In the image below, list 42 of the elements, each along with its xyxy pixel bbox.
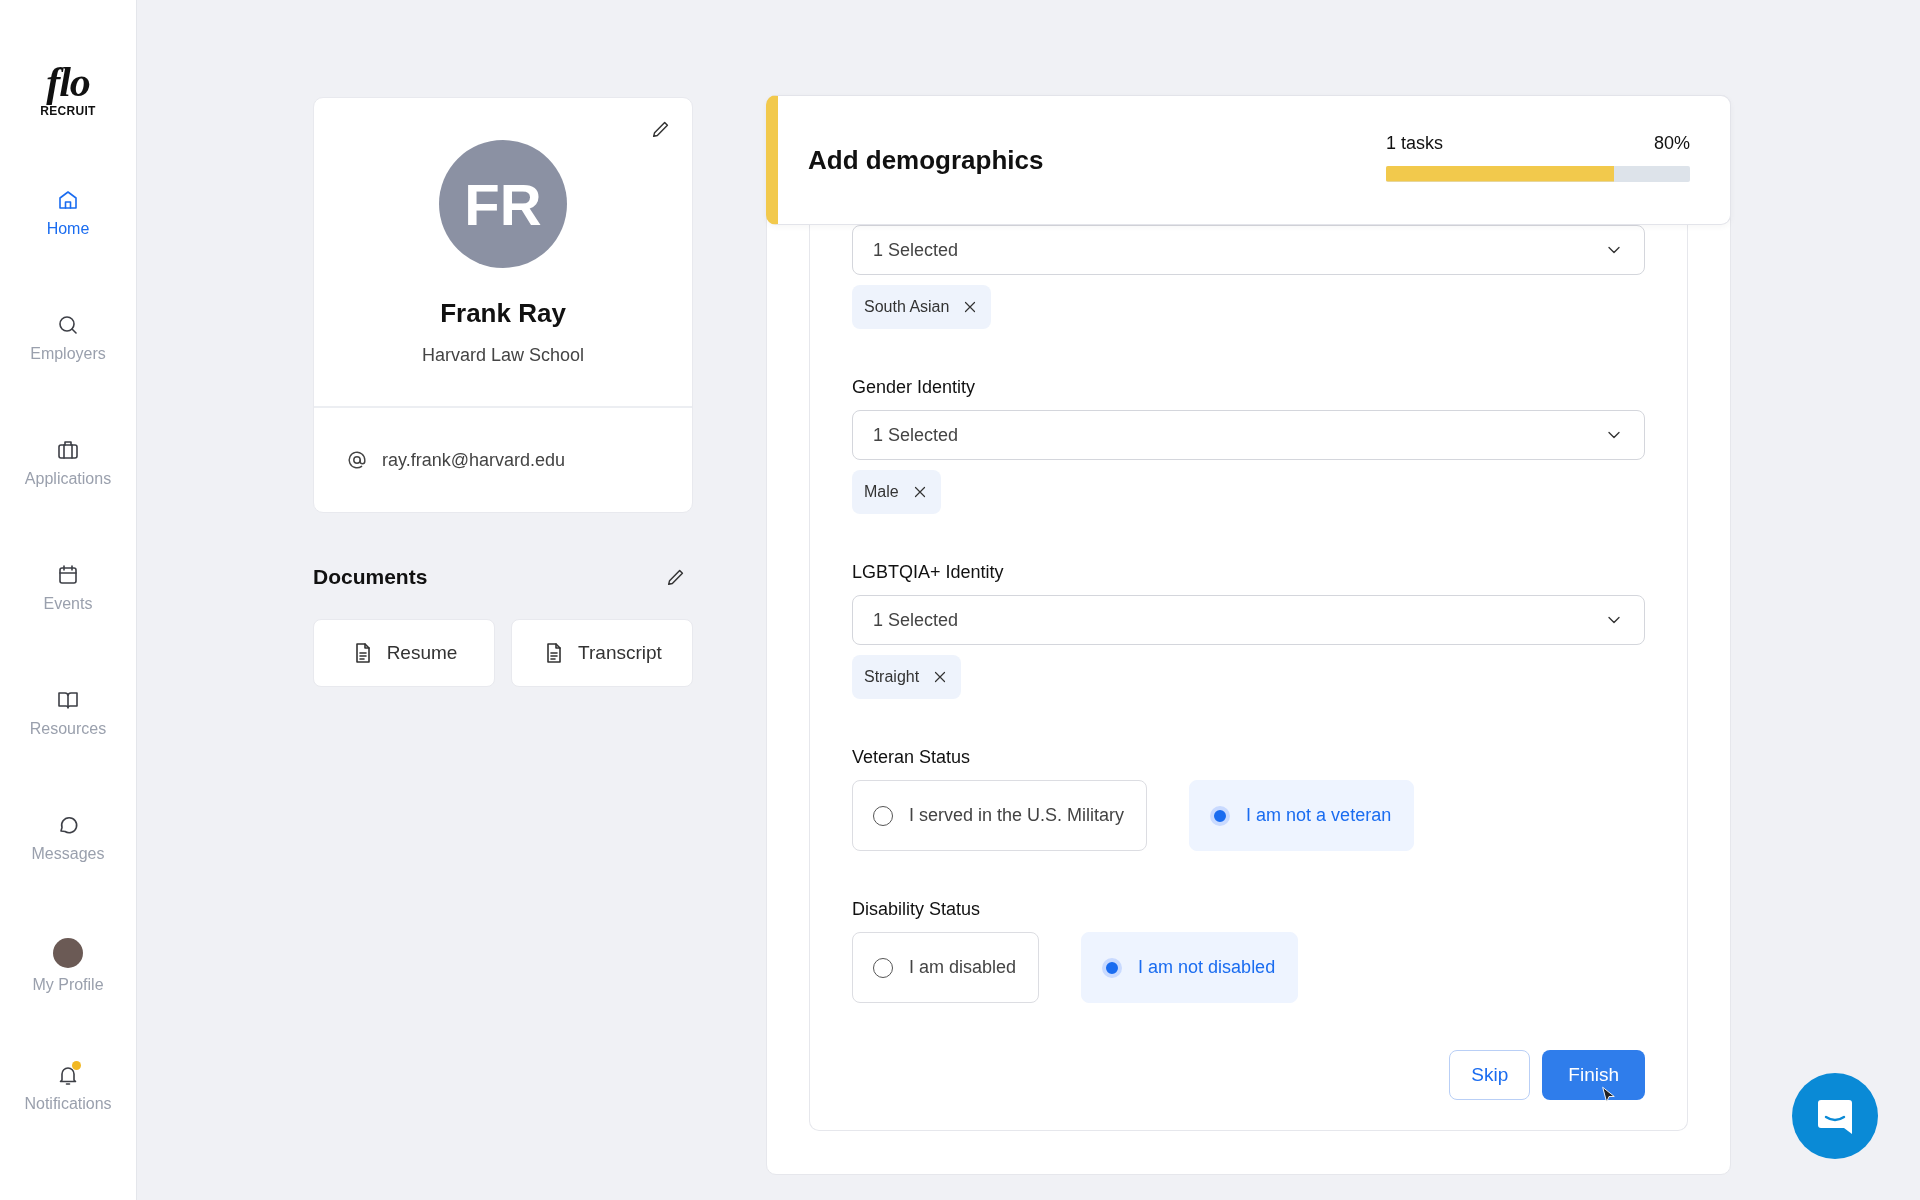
search-icon (56, 313, 80, 337)
profile-school: Harvard Law School (421, 345, 585, 366)
section-title: Documents (313, 565, 428, 589)
nav-item[interactable]: My Profile (32, 938, 104, 1063)
nav-item[interactable]: Messages (31, 813, 105, 938)
avatar-icon (53, 938, 83, 968)
selected-tag: Straight (852, 655, 962, 699)
field-label: LGBTQIA+ Identity (852, 562, 1005, 583)
logo-wordmark: RECRUIT (40, 104, 96, 118)
form-button[interactable]: Skip (1449, 1050, 1531, 1100)
progress-percent: 80% (1653, 132, 1690, 154)
nav-item[interactable]: Employers (30, 313, 106, 438)
task-count: 1 tasks (1386, 132, 1444, 154)
nav-item[interactable]: Notifications (24, 1063, 112, 1188)
selected-tag: Male (852, 470, 941, 514)
nav-item[interactable]: Events (43, 563, 93, 688)
nav-item[interactable]: Resources (29, 688, 107, 813)
multiselect-dropdown[interactable]: 1 Selected (852, 595, 1645, 645)
multiselect-dropdown[interactable]: 1 Selected (852, 225, 1645, 275)
nav-item[interactable]: Home (46, 188, 90, 313)
form-button[interactable]: Finish (1542, 1050, 1645, 1100)
logo-script: flo (46, 60, 90, 104)
radio-option[interactable]: I am not a veteran (1189, 780, 1415, 851)
home-icon (56, 188, 80, 212)
profile-name: Frank Ray (440, 298, 566, 329)
at-sign-icon (346, 449, 368, 471)
document-button[interactable]: Transcript (511, 619, 693, 687)
briefcase-icon (56, 438, 80, 462)
selected-tag: South Asian (852, 285, 992, 329)
field-label: Disability Status (852, 899, 982, 920)
radio-option[interactable]: I served in the U.S. Military (852, 780, 1148, 851)
multiselect-dropdown[interactable]: 1 Selected (852, 410, 1645, 460)
nav-item[interactable]: Applications (24, 438, 112, 563)
field-label: Gender Identity (852, 377, 977, 398)
radio-option[interactable]: I am not disabled (1081, 932, 1299, 1003)
field-label: Veteran Status (852, 747, 972, 768)
document-button[interactable]: Resume (313, 619, 495, 687)
profile-email: ray.frank@harvard.edu (382, 449, 566, 471)
task-title: Add demographics (808, 144, 1044, 176)
radio-option[interactable]: I am disabled (852, 932, 1040, 1003)
avatar-initials: FR (439, 140, 567, 268)
calendar-icon (56, 563, 80, 587)
